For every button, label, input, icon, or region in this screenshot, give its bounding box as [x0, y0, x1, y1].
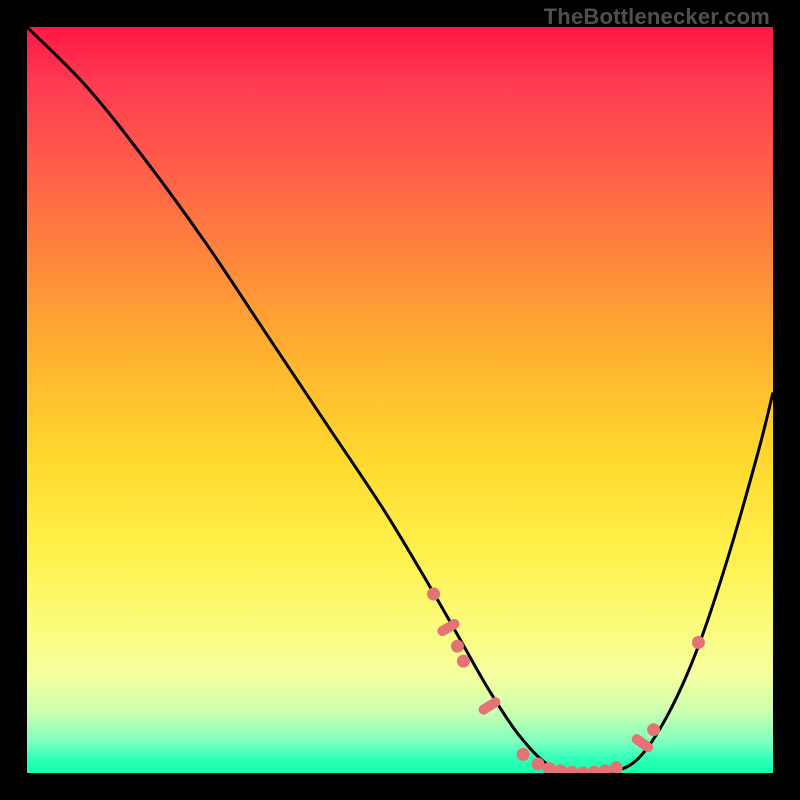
curve-markers-group [427, 588, 705, 774]
curve-marker-dot [554, 764, 567, 773]
curve-marker-dot [451, 640, 464, 653]
bottleneck-curve-path [27, 27, 773, 773]
curve-marker-dot [457, 655, 470, 668]
curve-marker-dot [427, 588, 440, 601]
curve-marker-pill [477, 695, 503, 716]
curve-marker-dot [588, 766, 601, 773]
curve-marker-dot [599, 764, 612, 773]
curve-marker-dot [610, 761, 623, 773]
curve-marker-dot [576, 767, 589, 774]
curve-marker-dot [647, 723, 660, 736]
bottleneck-curve-svg [27, 27, 773, 773]
curve-marker-dot [692, 636, 705, 649]
curve-marker-dot [565, 766, 578, 773]
curve-marker-dot [517, 748, 530, 761]
chart-frame [27, 27, 773, 773]
curve-marker-dot [532, 758, 545, 771]
